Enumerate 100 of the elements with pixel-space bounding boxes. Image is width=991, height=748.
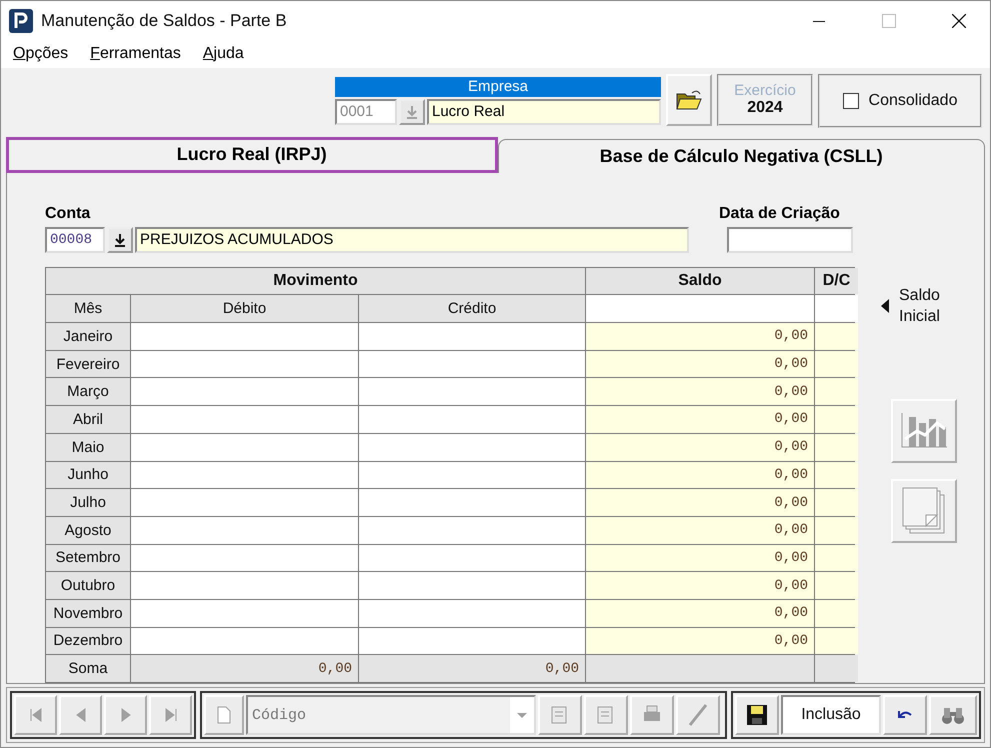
tab[interactable]: Lucro Real (IRPJ)	[6, 136, 498, 173]
debit-cell[interactable]	[131, 323, 358, 350]
menu-item[interactable]: Ferramentas	[90, 45, 181, 64]
dc-cell	[815, 516, 858, 544]
month-cell: Janeiro	[46, 323, 130, 350]
next-button[interactable]	[104, 695, 147, 735]
edit-document-button[interactable]	[538, 695, 582, 735]
printer-button[interactable]	[630, 695, 674, 735]
credit-cell[interactable]	[359, 378, 585, 406]
account-code-field[interactable]: 00008	[45, 226, 105, 253]
download-arrow-icon	[114, 232, 126, 247]
dc-cell	[815, 350, 858, 378]
chart-button[interactable]	[891, 398, 957, 463]
balance-cell: 0,00	[586, 544, 814, 572]
initial-dc-cell[interactable]	[815, 295, 858, 322]
open-folder-button[interactable]	[666, 74, 712, 126]
balance-cell: 0,00	[586, 350, 814, 378]
binoculars-icon	[941, 705, 965, 725]
credit-cell[interactable]	[359, 323, 585, 350]
debit-cell[interactable]	[131, 628, 358, 654]
save-button[interactable]	[735, 695, 779, 735]
column-header: D/C	[815, 268, 858, 294]
menu-item[interactable]: Ajuda	[202, 45, 244, 64]
first-record-button[interactable]	[14, 695, 57, 735]
debit-cell[interactable]	[131, 544, 358, 572]
total-cell: 0,00	[359, 655, 585, 682]
credit-cell[interactable]	[359, 628, 585, 654]
account-label: Conta	[45, 204, 92, 223]
debit-cell[interactable]	[131, 350, 358, 378]
credit-cell[interactable]	[359, 350, 585, 378]
italic-button[interactable]	[676, 695, 720, 735]
initial-balance-label: Saldo Inicial	[899, 286, 941, 327]
dc-cell	[815, 544, 858, 572]
debit-cell[interactable]	[131, 516, 358, 544]
total-cell	[815, 655, 858, 682]
close-icon	[952, 14, 966, 28]
creation-date-field[interactable]	[727, 226, 853, 253]
dc-cell	[815, 462, 858, 488]
month-cell: Março	[46, 378, 130, 406]
credit-cell[interactable]	[359, 434, 585, 460]
column-header: Débito	[131, 295, 358, 322]
balance-cell: 0,00	[586, 600, 814, 627]
month-cell: Setembro	[46, 544, 130, 572]
previous-button[interactable]	[59, 695, 102, 735]
debit-cell[interactable]	[131, 489, 358, 516]
dc-cell	[815, 434, 858, 460]
debit-cell[interactable]	[131, 572, 358, 599]
debit-cell[interactable]	[131, 434, 358, 460]
credit-cell[interactable]	[359, 406, 585, 433]
fiscal-year-label: Exercício	[734, 82, 796, 100]
tab[interactable]: Base de Cálculo Negativa (CSLL)	[498, 138, 985, 173]
company-code-field[interactable]: 0001	[335, 98, 397, 125]
pages-icon	[902, 486, 946, 535]
debit-cell[interactable]	[131, 378, 358, 406]
creation-date-label: Data de Criação	[719, 204, 841, 223]
column-header: Saldo	[586, 268, 814, 294]
new-document-button[interactable]	[204, 695, 244, 735]
month-cell: Outubro	[46, 572, 130, 599]
credit-cell[interactable]	[359, 572, 585, 599]
menu-item[interactable]: Opções	[13, 45, 68, 64]
dc-cell	[815, 406, 858, 433]
month-cell: Julho	[46, 489, 130, 516]
undo-button[interactable]	[883, 695, 927, 735]
credit-cell[interactable]	[359, 516, 585, 544]
folder-icon	[676, 88, 702, 111]
consolidated-checkbox[interactable]	[842, 92, 859, 109]
pages-button[interactable]	[891, 478, 957, 543]
balance-cell: 0,00	[586, 489, 814, 516]
month-cell: Agosto	[46, 516, 130, 544]
last-record-button[interactable]	[149, 695, 192, 735]
lookup-button[interactable]	[107, 226, 133, 253]
month-cell: Dezembro	[46, 628, 130, 654]
balance-cell: 0,00	[586, 406, 814, 433]
credit-cell[interactable]	[359, 544, 585, 572]
consolidated-label: Consolidado	[868, 92, 958, 110]
month-cell: Junho	[46, 462, 130, 488]
app-logo-icon	[9, 9, 33, 33]
debit-cell[interactable]	[131, 462, 358, 488]
credit-cell[interactable]	[359, 462, 585, 488]
balance-cell: 0,00	[586, 378, 814, 406]
dc-cell	[815, 628, 858, 654]
minimize-icon	[813, 20, 825, 22]
dc-cell	[815, 378, 858, 406]
company-name-field[interactable]: Lucro Real	[427, 98, 661, 125]
debit-cell[interactable]	[131, 600, 358, 627]
account-name-field[interactable]: PREJUIZOS ACUMULADOS	[135, 226, 689, 253]
total-cell: 0,00	[131, 655, 358, 682]
dc-cell	[815, 572, 858, 599]
download-arrow-icon	[406, 104, 418, 119]
maximize-icon	[882, 14, 896, 28]
total-label: Soma	[46, 655, 130, 682]
dc-cell	[815, 323, 858, 350]
window-title: Manutenção de Saldos - Parte B	[41, 11, 288, 31]
credit-cell[interactable]	[359, 600, 585, 627]
debit-cell[interactable]	[131, 406, 358, 433]
credit-cell[interactable]	[359, 489, 585, 516]
initial-balance-cell[interactable]	[586, 295, 814, 322]
document-icon	[217, 706, 231, 724]
search-button[interactable]	[929, 695, 977, 735]
balance-cell: 0,00	[586, 462, 814, 488]
